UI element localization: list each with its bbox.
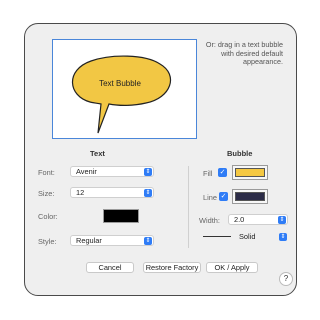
chevron-updown-icon: ⇕ <box>144 168 152 176</box>
fill-color-well[interactable] <box>232 165 268 180</box>
section-divider <box>188 166 189 248</box>
line-style-preview <box>203 236 231 237</box>
text-color-well[interactable] <box>103 209 139 223</box>
size-label: Size: <box>38 189 55 198</box>
style-label: Style: <box>38 237 57 246</box>
fill-color-swatch <box>235 168 265 177</box>
width-select-value: 2.0 <box>234 215 245 224</box>
chevron-updown-icon: ⇕ <box>279 233 287 241</box>
drag-hint-text: Or: drag in a text bubble with desired d… <box>205 40 283 67</box>
line-label: Line <box>203 193 217 202</box>
checkmark-icon: ✓ <box>220 193 227 200</box>
width-label: Width: <box>199 216 220 225</box>
ok-apply-button[interactable]: OK / Apply <box>206 262 258 273</box>
cancel-button[interactable]: Cancel <box>86 262 134 273</box>
line-style-select[interactable]: Solid ⇕ <box>235 232 288 243</box>
chevron-updown-icon: ⇕ <box>278 216 286 224</box>
width-select[interactable]: 2.0 ⇕ <box>228 214 288 225</box>
checkmark-icon: ✓ <box>219 169 226 176</box>
restore-factory-button[interactable]: Restore Factory <box>143 262 201 273</box>
font-select-value: Avenir <box>76 167 97 176</box>
speech-bubble-icon: Text Bubble <box>72 55 171 134</box>
font-select[interactable]: Avenir ⇕ <box>70 166 154 177</box>
size-select-value: 12 <box>76 188 85 197</box>
line-style-select-value: Solid <box>239 232 256 241</box>
style-select[interactable]: Regular ⇕ <box>70 235 154 246</box>
help-icon[interactable]: ? <box>279 272 293 286</box>
bubble-preview-area[interactable]: Text Bubble <box>52 39 197 139</box>
font-label: Font: <box>38 168 55 177</box>
fill-label: Fill <box>203 169 213 178</box>
line-checkbox[interactable]: ✓ <box>219 192 228 201</box>
chevron-updown-icon: ⇕ <box>144 189 152 197</box>
style-select-value: Regular <box>76 236 102 245</box>
size-select[interactable]: 12 ⇕ <box>70 187 154 198</box>
chevron-updown-icon: ⇕ <box>144 237 152 245</box>
text-section-title: Text <box>90 149 105 158</box>
color-label: Color: <box>38 212 58 221</box>
bubble-section-title: Bubble <box>227 149 253 158</box>
line-color-well[interactable] <box>232 189 268 204</box>
line-color-swatch <box>235 192 265 201</box>
fill-checkbox[interactable]: ✓ <box>218 168 227 177</box>
bubble-preview-text: Text Bubble <box>99 79 141 88</box>
